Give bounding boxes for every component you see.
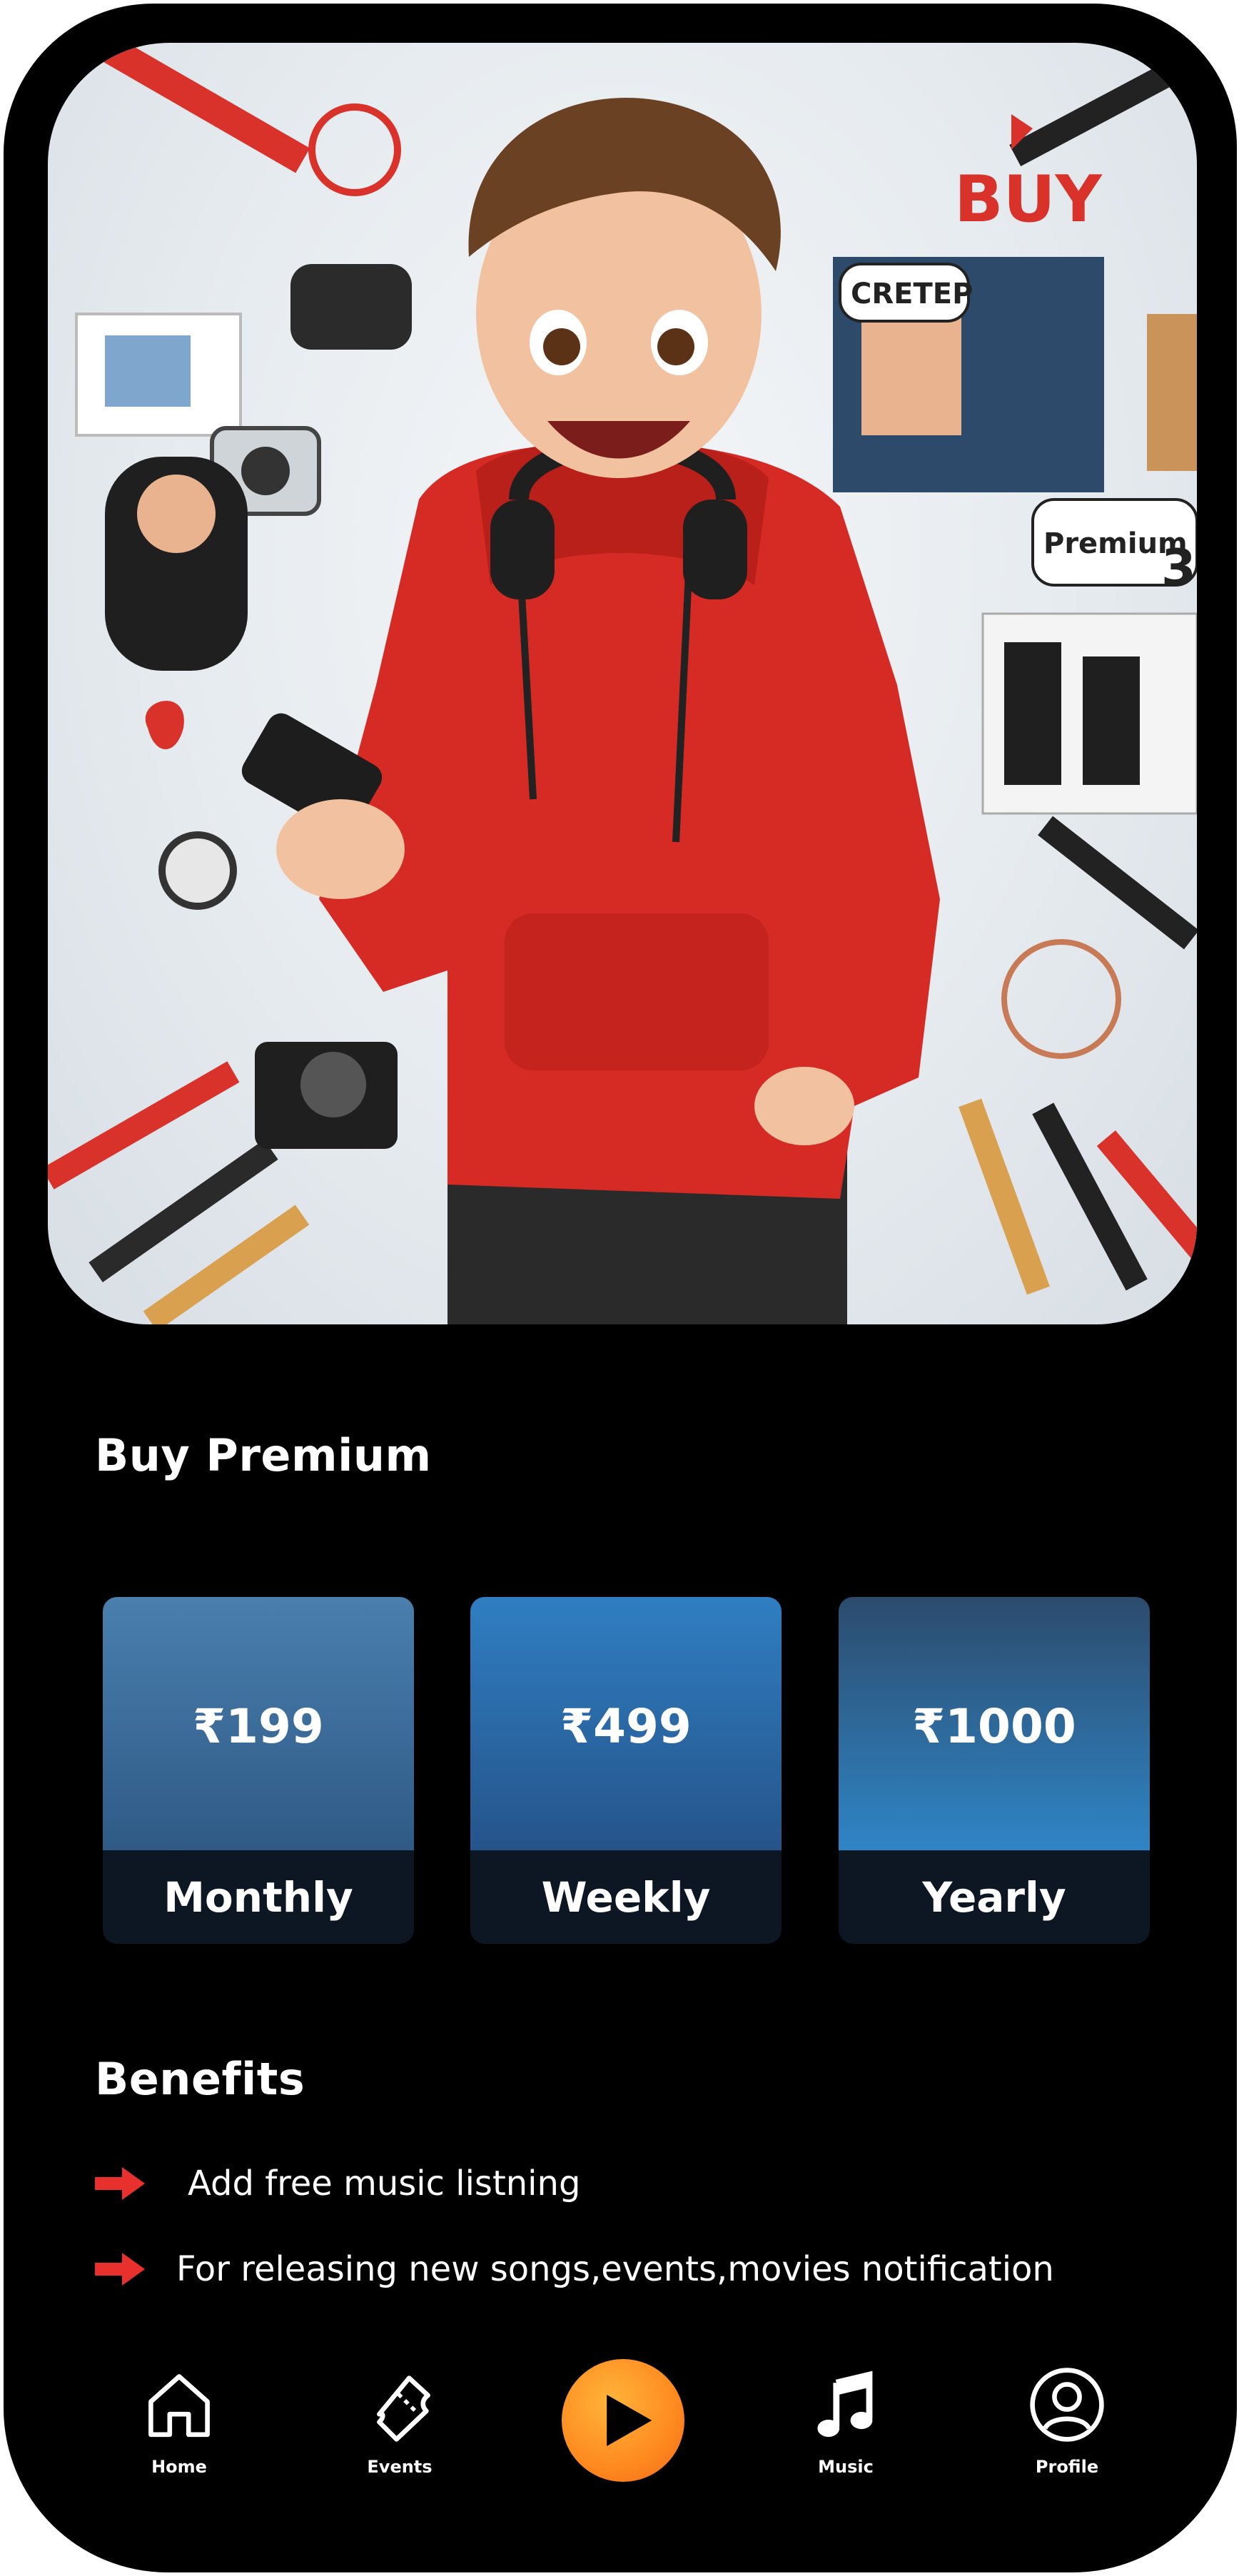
ticket-icon bbox=[377, 2375, 430, 2442]
plan-price: ₹199 bbox=[193, 1699, 324, 1754]
plan-price-area: ₹199 bbox=[103, 1597, 414, 1850]
svg-text:BUY: BUY bbox=[954, 162, 1103, 237]
user-icon bbox=[1030, 2368, 1104, 2442]
plan-price-area: ₹499 bbox=[470, 1597, 782, 1850]
nav-item-profile[interactable]: Profile bbox=[996, 2365, 1138, 2477]
play-icon bbox=[607, 2395, 652, 2446]
plan-card-weekly[interactable]: ₹499 Weekly bbox=[470, 1597, 782, 1944]
play-button[interactable] bbox=[562, 2359, 684, 2482]
nav-label: Music bbox=[818, 2457, 874, 2477]
plan-card-monthly[interactable]: ₹199 Monthly bbox=[103, 1597, 414, 1944]
phone-frame: BUY CRETEP Premium 3 Buy Premium ₹199 Mo… bbox=[4, 4, 1237, 2572]
nav-label: Events bbox=[367, 2457, 433, 2477]
arrow-right-icon bbox=[95, 2167, 145, 2200]
plan-name-area: Yearly bbox=[839, 1850, 1150, 1944]
benefits-title: Benefits bbox=[95, 2053, 305, 2105]
benefit-text: For releasing new songs,events,movies no… bbox=[176, 2249, 1054, 2289]
home-icon bbox=[148, 2374, 210, 2438]
plan-name: Weekly bbox=[541, 1872, 711, 1922]
plan-name-area: Weekly bbox=[470, 1850, 782, 1944]
nav-item-events[interactable]: Events bbox=[328, 2365, 471, 2477]
benefit-item: For releasing new songs,events,movies no… bbox=[95, 2244, 1054, 2294]
svg-text:3: 3 bbox=[1161, 539, 1196, 597]
plan-price: ₹499 bbox=[560, 1699, 692, 1754]
plan-name-area: Monthly bbox=[103, 1850, 414, 1944]
svg-text:CRETEP: CRETEP bbox=[851, 278, 973, 310]
wire-decor bbox=[308, 103, 401, 196]
nav-item-music[interactable]: Music bbox=[774, 2365, 917, 2477]
plan-price-area: ₹1000 bbox=[839, 1597, 1150, 1850]
hero-image: BUY CRETEP Premium 3 bbox=[48, 43, 1197, 1324]
page-title: Buy Premium bbox=[95, 1429, 432, 1481]
benefit-item: Add free music listning bbox=[95, 2159, 580, 2209]
bottom-nav: Home Events Music Profile bbox=[4, 2344, 1237, 2515]
benefit-text: Add free music listning bbox=[188, 2164, 581, 2204]
music-note-icon bbox=[817, 2370, 873, 2438]
plan-card-yearly[interactable]: ₹1000 Yearly bbox=[839, 1597, 1150, 1944]
plan-name: Yearly bbox=[922, 1872, 1066, 1922]
plan-name: Monthly bbox=[163, 1872, 353, 1922]
nav-label: Profile bbox=[1035, 2457, 1099, 2477]
nav-item-home[interactable]: Home bbox=[108, 2365, 251, 2477]
plan-price: ₹1000 bbox=[912, 1699, 1076, 1754]
nav-label: Home bbox=[151, 2457, 207, 2477]
arrow-right-icon bbox=[95, 2253, 145, 2286]
hero-illustration: BUY CRETEP Premium 3 bbox=[48, 43, 1197, 1324]
